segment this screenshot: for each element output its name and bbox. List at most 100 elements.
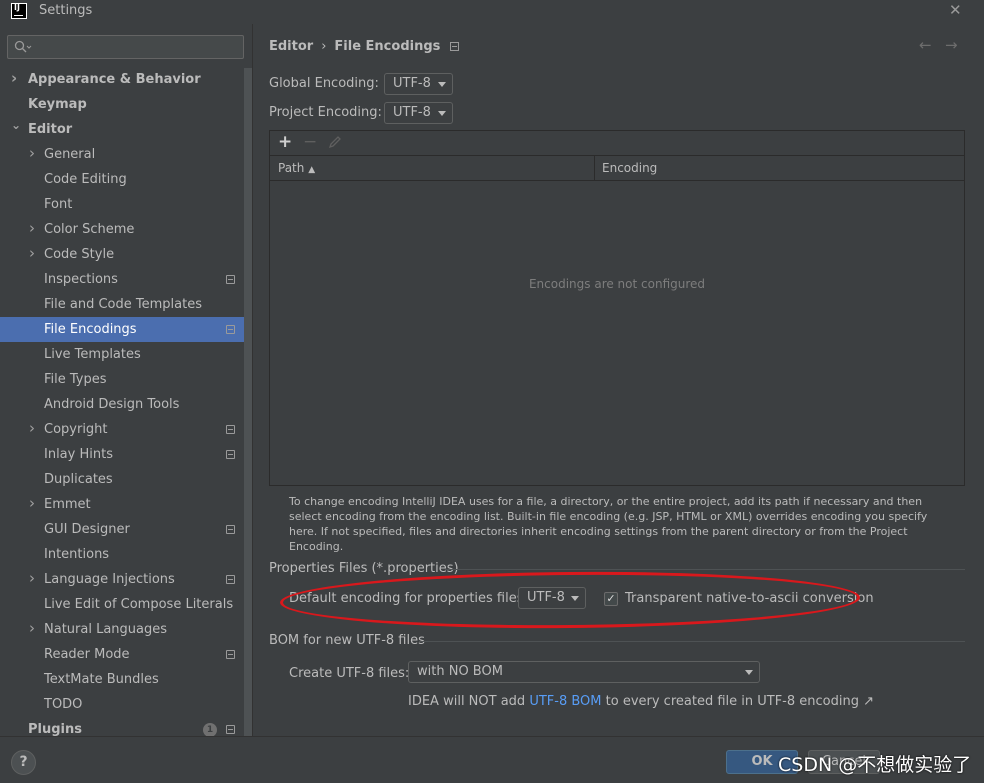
chevron-right-icon[interactable]: › <box>11 66 17 91</box>
sidebar-item-intentions[interactable]: Intentions <box>0 542 244 567</box>
sidebar-item-general[interactable]: › General <box>0 142 244 167</box>
sidebar-item-label: Duplicates <box>44 472 113 487</box>
chevron-right-icon[interactable]: › <box>29 416 35 441</box>
column-header-path[interactable]: Path ▲ <box>270 156 594 180</box>
breadcrumb-separator: › <box>321 39 327 54</box>
sidebar-item-label: Code Editing <box>44 172 127 187</box>
search-input[interactable] <box>7 35 244 59</box>
column-header-encoding[interactable]: Encoding <box>594 156 964 180</box>
back-arrow-icon[interactable]: ← <box>919 36 932 54</box>
sidebar-item-label: Editor <box>28 122 73 137</box>
chevron-down-icon <box>745 670 753 675</box>
utf8-bom-link[interactable]: UTF-8 BOM <box>529 694 601 709</box>
settings-sidebar: › Appearance & Behavior Keymap ⌄ Editor › Gene… <box>0 24 252 748</box>
sidebar-item-todo[interactable]: TODO <box>0 692 244 717</box>
chevron-right-icon[interactable]: › <box>29 566 35 591</box>
sidebar-item-duplicates[interactable]: Duplicates <box>0 467 244 492</box>
sidebar-item-file-encodings[interactable]: File Encodings <box>0 317 252 342</box>
global-encoding-select[interactable]: UTF-8 <box>384 73 453 95</box>
forward-arrow-icon[interactable]: → <box>945 36 958 54</box>
project-settings-icon <box>226 575 235 584</box>
edit-pencil-icon[interactable] <box>328 135 342 149</box>
sidebar-item-label: File Encodings <box>44 322 137 337</box>
sidebar-item-label: TODO <box>44 697 83 712</box>
sidebar-item-color-scheme[interactable]: › Color Scheme <box>0 217 244 242</box>
global-encoding-value: UTF-8 <box>393 76 431 91</box>
project-encoding-select[interactable]: UTF-8 <box>384 102 453 124</box>
sidebar-item-label: Language Injections <box>44 572 175 587</box>
chevron-right-icon[interactable]: › <box>29 241 35 266</box>
sidebar-item-label: Keymap <box>28 97 87 112</box>
sidebar-item-code-style[interactable]: › Code Style <box>0 242 244 267</box>
transparent-ascii-label[interactable]: Transparent native-to-ascii conversion <box>625 591 874 606</box>
sidebar-item-live-templates[interactable]: Live Templates <box>0 342 244 367</box>
sidebar-item-code-editing[interactable]: Code Editing <box>0 167 244 192</box>
sidebar-item-copyright[interactable]: › Copyright <box>0 417 244 442</box>
sidebar-item-label: Copyright <box>44 422 108 437</box>
window-title: Settings <box>39 3 93 18</box>
bom-hint: IDEA will NOT add UTF-8 BOM to every cre… <box>408 694 874 709</box>
sidebar-item-label: Android Design Tools <box>44 397 180 412</box>
sidebar-item-textmate-bundles[interactable]: TextMate Bundles <box>0 667 244 692</box>
section-divider <box>445 569 965 570</box>
settings-content: Editor › File Encodings ← → Global Encodin… <box>253 24 984 736</box>
sidebar-item-emmet[interactable]: › Emmet <box>0 492 244 517</box>
help-button[interactable]: ? <box>11 750 36 775</box>
encoding-help-text: To change encoding IntelliJ IDEA uses fo… <box>289 495 928 553</box>
sidebar-item-gui-designer[interactable]: GUI Designer <box>0 517 244 542</box>
sidebar-item-label: Inspections <box>44 272 118 287</box>
sidebar-item-label: General <box>44 147 96 162</box>
sidebar-item-label: Code Style <box>44 247 115 262</box>
properties-section-title: Properties Files (*.properties) <box>269 561 459 576</box>
sidebar-item-label: Live Edit of Compose Literals <box>44 597 234 612</box>
sidebar-item-label: Color Scheme <box>44 222 135 237</box>
breadcrumb-parent[interactable]: Editor <box>269 39 313 54</box>
project-settings-icon <box>226 425 235 434</box>
sidebar-item-font[interactable]: Font <box>0 192 244 217</box>
sidebar-item-label: Font <box>44 197 73 212</box>
watermark: CSDN @不想做实验了 <box>778 754 972 776</box>
title-bar: IJ Settings ✕ <box>0 0 984 24</box>
bom-select[interactable]: with NO BOM <box>408 661 760 683</box>
sidebar-item-keymap[interactable]: Keymap <box>0 92 244 117</box>
project-settings-icon <box>226 725 235 734</box>
sidebar-item-appearance-behavior[interactable]: › Appearance & Behavior <box>0 67 244 92</box>
sidebar-item-file-types[interactable]: File Types <box>0 367 244 392</box>
breadcrumb-current: File Encodings <box>334 39 441 54</box>
chevron-down-icon[interactable]: ⌄ <box>11 113 21 138</box>
properties-encoding-select[interactable]: UTF-8 <box>518 587 586 609</box>
sidebar-item-label: File and Code Templates <box>44 297 202 312</box>
project-encoding-value: UTF-8 <box>393 105 431 120</box>
chevron-right-icon[interactable]: › <box>29 616 35 641</box>
sidebar-item-label: File Types <box>44 372 107 387</box>
sidebar-item-live-edit-of-compose-literals[interactable]: Live Edit of Compose Literals <box>0 592 244 617</box>
sidebar-item-android-design-tools[interactable]: Android Design Tools <box>0 392 244 417</box>
bom-section-title: BOM for new UTF-8 files <box>269 633 425 648</box>
create-utf8-label: Create UTF-8 files: <box>289 666 410 681</box>
sidebar-item-language-injections[interactable]: › Language Injections <box>0 567 244 592</box>
section-divider <box>419 641 965 642</box>
sidebar-item-label: Emmet <box>44 497 91 512</box>
chevron-right-icon[interactable]: › <box>29 216 35 241</box>
sidebar-item-inspections[interactable]: Inspections <box>0 267 244 292</box>
remove-icon[interactable]: − <box>303 132 317 152</box>
add-icon[interactable]: + <box>278 132 292 152</box>
chevron-right-icon[interactable]: › <box>29 141 35 166</box>
close-icon[interactable]: ✕ <box>949 1 962 19</box>
sidebar-item-editor[interactable]: ⌄ Editor <box>0 117 244 142</box>
table-toolbar: + − <box>270 131 964 155</box>
sidebar-scrollbar[interactable] <box>244 68 252 748</box>
sidebar-item-file-and-code-templates[interactable]: File and Code Templates <box>0 292 244 317</box>
chevron-down-icon <box>571 596 579 601</box>
bom-select-value: with NO BOM <box>417 664 503 679</box>
transparent-ascii-checkbox[interactable]: ✓ <box>604 592 618 606</box>
global-encoding-label: Global Encoding: <box>269 76 379 91</box>
sidebar-item-label: Natural Languages <box>44 622 168 637</box>
sidebar-item-label: Intentions <box>44 547 110 562</box>
sidebar-item-inlay-hints[interactable]: Inlay Hints <box>0 442 244 467</box>
chevron-down-icon <box>438 111 446 116</box>
sidebar-item-reader-mode[interactable]: Reader Mode <box>0 642 244 667</box>
chevron-right-icon[interactable]: › <box>29 491 35 516</box>
project-settings-icon <box>450 42 460 51</box>
sidebar-item-natural-languages[interactable]: › Natural Languages <box>0 617 244 642</box>
